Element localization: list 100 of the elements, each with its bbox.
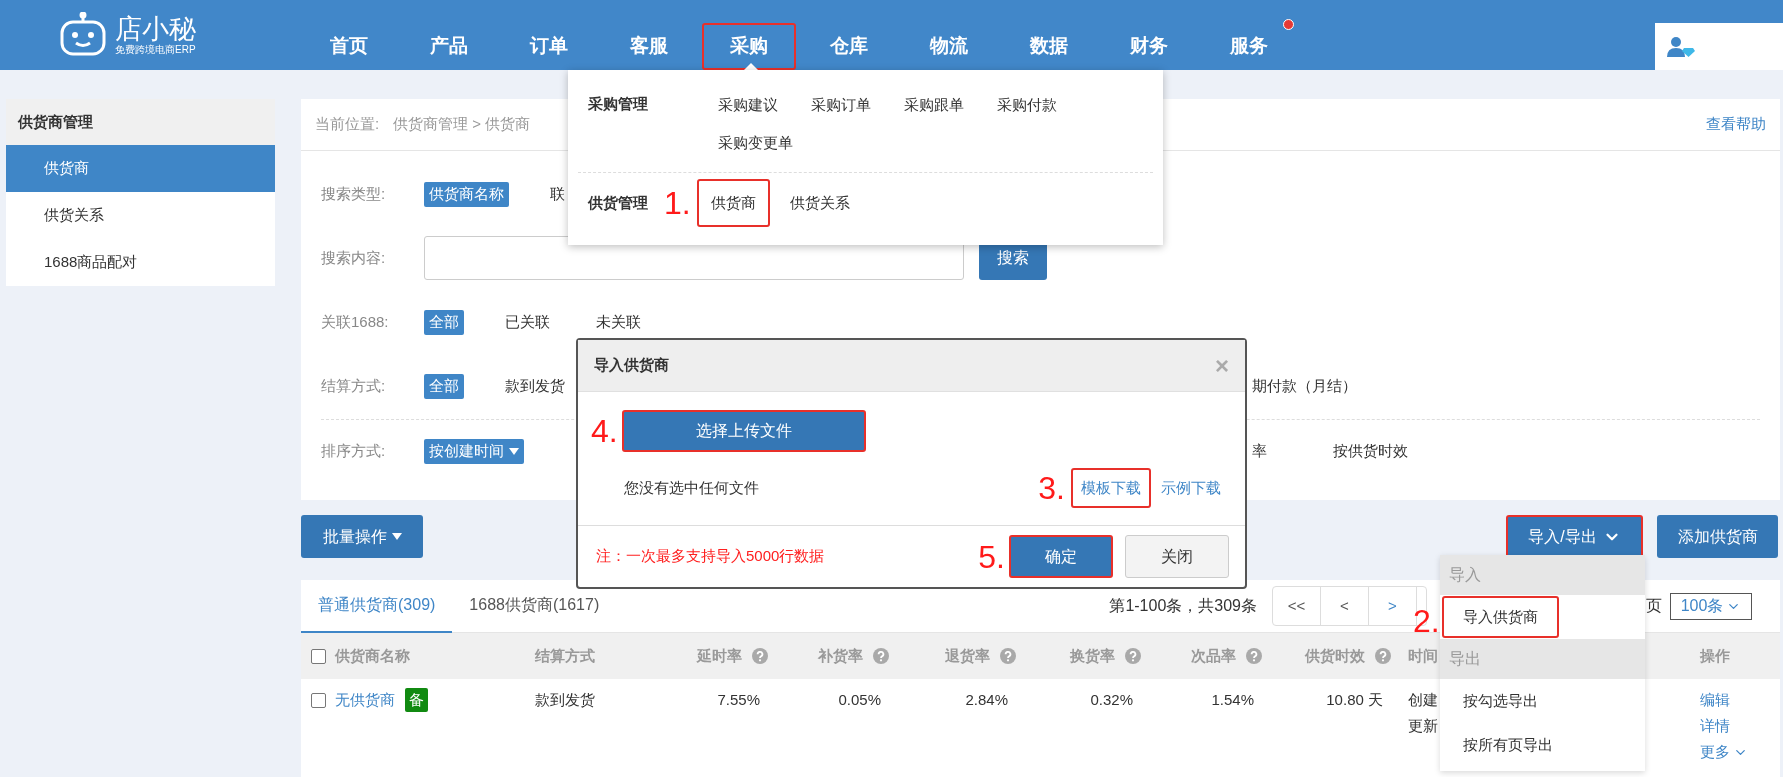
nav-item[interactable]: 订单 — [502, 23, 596, 70]
menu-item[interactable]: 采购订单 — [809, 86, 873, 124]
filter-label: 排序方式: — [321, 441, 387, 462]
user-menu[interactable] — [1655, 23, 1783, 70]
column-header: 次品率 — [1191, 645, 1236, 666]
checkbox[interactable] — [311, 648, 326, 664]
table-cell-text: 更新 — [1408, 716, 1438, 736]
menu-item[interactable]: 按勾选导出 — [1442, 680, 1559, 722]
download-link[interactable]: 示例下载 — [1151, 468, 1231, 508]
action-link[interactable]: 编辑 — [1700, 687, 1730, 713]
nav-item[interactable]: 产品 — [402, 23, 496, 70]
filter-label: 关联1688: — [321, 311, 390, 332]
logo-tagline: 免费跨境电商ERP — [115, 44, 196, 56]
step-number: 5. — [978, 540, 1005, 573]
help-icon — [1375, 648, 1391, 664]
table-cell: 1.54% — [1211, 691, 1254, 708]
import-export-button[interactable]: 导入/导出 — [1506, 515, 1643, 558]
step-number: 3. — [1038, 472, 1065, 504]
menu-group-title: 供货管理 — [586, 193, 649, 213]
page-button[interactable]: < — [1321, 587, 1369, 625]
filter-option[interactable]: 期付款（月结） — [1247, 373, 1362, 399]
table-tab[interactable]: 1688供货商(1617) — [452, 579, 617, 633]
caret-icon — [391, 533, 402, 540]
column-header: 供货商名称 — [335, 646, 410, 664]
confirm-button[interactable]: 确定 — [1009, 535, 1113, 578]
step-number: 1. — [664, 187, 691, 219]
pagination-summary: 第1-100条，共309条 — [1109, 596, 1257, 616]
filter-option[interactable]: 联 — [545, 181, 570, 207]
download-link[interactable]: 模板下载 — [1071, 468, 1151, 508]
table-cell: 10.80 天 — [1326, 691, 1383, 708]
dialog-title: 导入供货商 — [594, 355, 669, 376]
page-button[interactable]: << — [1273, 587, 1321, 625]
menu-item[interactable]: 采购跟单 — [902, 86, 966, 124]
supplier-link[interactable]: 无供货商 — [335, 687, 395, 713]
nav-item[interactable]: 仓库 — [802, 23, 896, 70]
action-link[interactable]: 详情 — [1700, 713, 1730, 739]
table-cell: 款到发货 — [535, 691, 595, 708]
robot-logo-icon — [59, 12, 107, 58]
nav-item[interactable]: 数据 — [1002, 23, 1096, 70]
menu-section-header: 导出 — [1440, 639, 1645, 679]
logo-name: 店小秘 — [115, 14, 196, 44]
filter-option[interactable]: 全部 — [424, 309, 464, 335]
menu-item[interactable]: 采购付款 — [995, 86, 1059, 124]
sidebar-item[interactable]: 供货商 — [6, 145, 275, 192]
nav-item[interactable]: 物流 — [902, 23, 996, 70]
filter-label: 搜索内容: — [321, 247, 387, 268]
sidebar-title: 供货商管理 — [6, 99, 275, 145]
nav-item[interactable]: 服务 — [1202, 23, 1296, 70]
sidebar-item[interactable]: 1688商品配对 — [6, 239, 275, 286]
status-tag: 备 — [405, 688, 428, 712]
menu-item[interactable]: 供货关系 — [775, 179, 864, 227]
help-icon — [1000, 648, 1016, 664]
filter-label: 结算方式: — [321, 375, 387, 396]
filter-option[interactable]: 供货商名称 — [424, 181, 509, 207]
sort-option[interactable]: 率 — [1247, 439, 1272, 464]
table-cell: 7.55% — [717, 691, 760, 708]
menu-group-title: 采购管理 — [587, 94, 649, 114]
menu-section-header: 导入 — [1440, 555, 1645, 595]
breadcrumb-label: 当前位置: — [315, 114, 380, 135]
action-link[interactable]: 更多 — [1700, 739, 1748, 765]
menu-item[interactable]: 导入供货商 — [1442, 596, 1559, 638]
help-icon — [752, 648, 768, 664]
menu-item[interactable]: 采购建议 — [716, 86, 780, 124]
sidebar-item[interactable]: 供货关系 — [6, 192, 275, 239]
import-note: 注：一次最多支持导入5000行数据 — [596, 546, 825, 567]
help-link[interactable]: 查看帮助 — [1706, 113, 1766, 136]
step-number: 4. — [591, 415, 618, 447]
column-header: 供货时效 — [1305, 645, 1365, 666]
column-header: 退货率 — [945, 645, 990, 666]
nav-item[interactable]: 首页 — [302, 23, 396, 70]
upload-button[interactable]: 选择上传文件 — [621, 410, 866, 452]
column-header: 操作 — [1700, 646, 1730, 664]
breadcrumb: 供货商管理 > 供货商 — [393, 114, 531, 135]
caret-icon — [509, 448, 519, 455]
filter-option[interactable]: 全部 — [424, 373, 464, 399]
page-size-select[interactable]: 100条 — [1670, 592, 1752, 620]
nav-item[interactable]: 客服 — [602, 23, 696, 70]
menu-item[interactable]: 按所有页导出 — [1442, 724, 1574, 766]
sort-option[interactable]: 按创建时间 — [424, 439, 524, 464]
help-icon — [1125, 648, 1141, 664]
cancel-button[interactable]: 关闭 — [1125, 535, 1229, 578]
filter-option[interactable]: 未关联 — [591, 309, 646, 335]
nav-item[interactable]: 财务 — [1102, 23, 1196, 70]
help-icon — [873, 648, 889, 664]
table-cell-text: 创建 — [1408, 690, 1438, 710]
filter-label: 搜索类型: — [321, 183, 387, 204]
add-supplier-button[interactable]: 添加供货商 — [1657, 515, 1778, 558]
filter-option[interactable]: 已关联 — [500, 309, 555, 335]
menu-item[interactable]: 采购变更单 — [716, 124, 795, 162]
checkbox[interactable] — [311, 693, 326, 708]
menu-item[interactable]: 供货商 — [696, 179, 770, 227]
filter-option[interactable]: 款到发货 — [500, 373, 570, 399]
help-icon — [1246, 648, 1262, 664]
table-cell: 0.05% — [838, 691, 881, 708]
column-header: 换货率 — [1070, 645, 1115, 666]
column-header: 补货率 — [818, 645, 863, 666]
batch-button[interactable]: 批量操作 — [301, 515, 423, 558]
sort-option[interactable]: 按供货时效 — [1328, 439, 1413, 464]
user-icon — [1667, 35, 1695, 58]
file-status: 您没有选中任何文件 — [624, 477, 759, 498]
